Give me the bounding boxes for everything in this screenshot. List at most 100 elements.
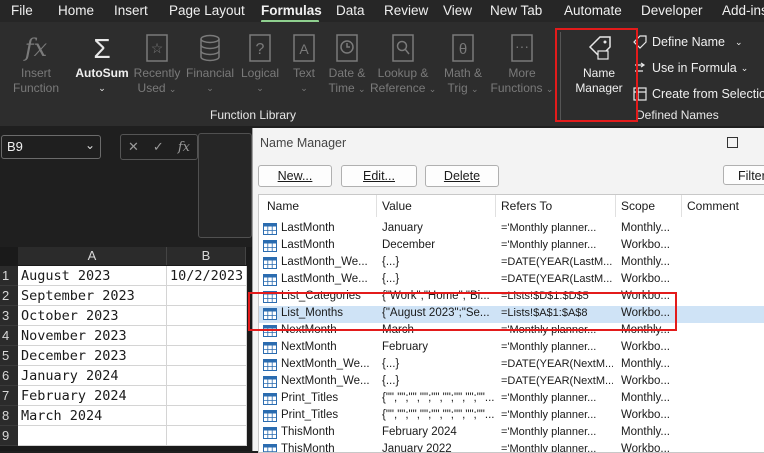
cell-b[interactable] [167, 286, 247, 306]
cell-a[interactable]: February 2024 [18, 386, 167, 406]
cell-b[interactable] [167, 366, 247, 386]
row-header[interactable]: 5 [0, 346, 18, 366]
autosum-button[interactable]: Σ AutoSum ⌄ [72, 30, 132, 120]
name-row[interactable]: LastMonthJanuary='Monthly planner...Mont… [259, 221, 764, 238]
enter-icon[interactable]: ✓ [153, 139, 164, 155]
tab-data[interactable]: Data [336, 3, 365, 18]
name-box[interactable]: B9 ⌄ [1, 135, 101, 159]
tab-view[interactable]: View [443, 3, 472, 18]
formula-tools: ✕ ✓ fx [120, 134, 198, 160]
row-header[interactable]: 3 [0, 306, 18, 326]
name-manager-highlight [555, 28, 638, 122]
cancel-icon[interactable]: ✕ [128, 139, 139, 155]
cell-a[interactable]: March 2024 [18, 406, 167, 426]
column-divider [376, 195, 377, 217]
lookup-reference-button[interactable]: Lookup & Reference ⌄ [370, 30, 436, 120]
name-row[interactable]: Print_Titles{"","";"","";"","";"","";"".… [259, 408, 764, 425]
row-header[interactable]: 8 [0, 406, 18, 426]
column-divider [495, 195, 496, 217]
header-name[interactable]: Name [267, 199, 299, 213]
name-cell: NextMonth_We... [281, 375, 375, 387]
use-in-formula-button[interactable]: Use in Formula ⌄ [632, 60, 748, 76]
tab-developer[interactable]: Developer [641, 3, 703, 18]
list-months-highlight [248, 292, 677, 331]
name-row[interactable]: NextMonth_We...{...}=DATE(YEAR(NextM...M… [259, 357, 764, 374]
name-row[interactable]: ThisMonthFebruary 2024='Monthly planner.… [259, 425, 764, 442]
cell-a[interactable]: September 2023 [18, 286, 167, 306]
tab-review[interactable]: Review [384, 3, 428, 18]
name-row[interactable]: NextMonth_We...{...}=DATE(YEAR(NextM...W… [259, 374, 764, 391]
cell-b[interactable] [167, 386, 247, 406]
lookup-reference-label: Lookup & [370, 66, 436, 81]
name-row[interactable]: LastMonthDecember='Monthly planner...Wor… [259, 238, 764, 255]
more-functions-button[interactable]: ··· More Functions ⌄ [490, 30, 554, 120]
header-scope[interactable]: Scope [621, 199, 655, 213]
filter-button[interactable]: Filter [723, 165, 764, 185]
name-row[interactable]: LastMonth_We...{...}=DATE(YEAR(LastM...W… [259, 272, 764, 289]
tab-file[interactable]: File [11, 3, 33, 18]
name-row[interactable]: NextMonthFebruary='Monthly planner...Wor… [259, 340, 764, 357]
cell-a[interactable]: October 2023 [18, 306, 167, 326]
name-row[interactable]: Print_Titles{"","";"","";"","";"","";"".… [259, 391, 764, 408]
header-value[interactable]: Value [382, 199, 412, 213]
column-header-a[interactable]: A [18, 247, 167, 265]
cell-b[interactable] [167, 326, 247, 346]
cell-b[interactable] [167, 406, 247, 426]
name-row[interactable]: ThisMonthJanuary 2022='Monthly planner..… [259, 442, 764, 453]
create-from-selection-button[interactable]: Create from Selection [632, 86, 764, 102]
tab-new-tab[interactable]: New Tab [490, 3, 542, 18]
row-header[interactable]: 4 [0, 326, 18, 346]
name-row[interactable]: LastMonth_We...{...}=DATE(YEAR(LastM...M… [259, 255, 764, 272]
insert-function-button[interactable]: fx Insert Function [8, 30, 64, 120]
chevron-down-icon[interactable]: ⌄ [85, 138, 95, 152]
cell-b[interactable] [167, 306, 247, 326]
row-header[interactable]: 1 [0, 266, 18, 286]
defined-names-group-label: Defined Names [636, 108, 719, 122]
financial-button[interactable]: Financial ⌄ [184, 30, 236, 120]
date-time-button[interactable]: Date & Time ⌄ [325, 30, 369, 120]
name-cell: Print_Titles [281, 392, 375, 404]
row-header[interactable]: 2 [0, 286, 18, 306]
name-box-value: B9 [7, 139, 23, 154]
row-header[interactable]: 6 [0, 366, 18, 386]
tab-formulas[interactable]: Formulas [261, 3, 322, 18]
tab-page-layout[interactable]: Page Layout [169, 3, 245, 18]
delete-button[interactable]: Delete [425, 165, 499, 187]
header-comment[interactable]: Comment [687, 199, 739, 213]
cell-a[interactable]: January 2024 [18, 366, 167, 386]
recently-used-button[interactable]: ☆ Recently Used ⌄ [131, 30, 183, 120]
row-header[interactable]: 7 [0, 386, 18, 406]
insert-function-label: Insert [8, 66, 64, 81]
value-cell: {...} [382, 375, 494, 387]
cell-b[interactable] [167, 426, 247, 446]
logical-button[interactable]: ? Logical ⌄ [237, 30, 283, 120]
named-range-icon [263, 427, 277, 439]
cell-a[interactable] [18, 426, 167, 446]
header-refers-to[interactable]: Refers To [501, 199, 552, 213]
insert-function-icon[interactable]: fx [178, 140, 190, 155]
date-time-label-2: Time [328, 81, 354, 95]
cell-b[interactable]: 10/2/2023 [167, 266, 247, 286]
formula-input[interactable] [198, 133, 252, 238]
column-header-b[interactable]: B [167, 247, 246, 265]
value-cell: January 2022 [382, 443, 494, 453]
named-range-icon [263, 410, 277, 422]
cell-a[interactable]: November 2023 [18, 326, 167, 346]
define-name-button[interactable]: Define Name ⌄ [632, 34, 743, 50]
new-button[interactable]: New... [258, 165, 332, 187]
tab-automate[interactable]: Automate [564, 3, 622, 18]
edit-button[interactable]: Edit... [341, 165, 417, 187]
text-button[interactable]: A Text ⌄ [284, 30, 324, 120]
tab-home[interactable]: Home [58, 3, 94, 18]
cell-a[interactable]: August 2023 [18, 266, 167, 286]
edit-button-label: Edit... [363, 169, 395, 183]
recently-used-label-2: Used [138, 81, 166, 95]
tab-insert[interactable]: Insert [114, 3, 148, 18]
math-trig-button[interactable]: θ Math & Trig ⌄ [438, 30, 488, 120]
maximize-icon[interactable] [727, 137, 738, 148]
row-header[interactable]: 9 [0, 426, 18, 446]
cell-b[interactable] [167, 346, 247, 366]
refers-to-cell: ='Monthly planner... [501, 341, 613, 353]
cell-a[interactable]: December 2023 [18, 346, 167, 366]
tab-add-ins[interactable]: Add-ins [722, 3, 764, 18]
